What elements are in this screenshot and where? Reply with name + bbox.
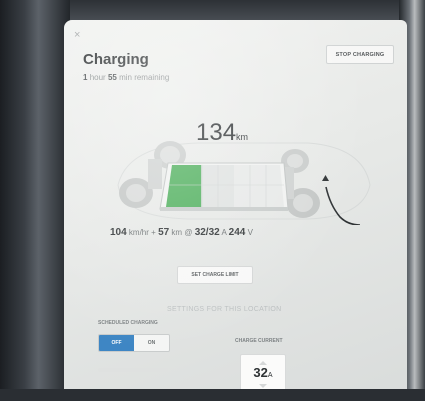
page-title: Charging	[83, 51, 149, 68]
added-prefix: +	[151, 228, 156, 237]
charging-screen: × Charging 1 hour 55 min remaining STOP …	[64, 20, 407, 398]
faded-setting-row	[98, 368, 168, 372]
hours-label: hour	[89, 73, 106, 82]
scheduled-off-button[interactable]: OFF	[99, 335, 134, 351]
voltage-value: 244	[228, 227, 246, 238]
charge-stats: 104 km/hr + 57 km @ 32/32 A 244 V	[110, 227, 253, 238]
scheduled-on-button[interactable]: ON	[134, 335, 169, 351]
bezel-bottom	[0, 389, 425, 401]
range-readout: 134km	[196, 119, 248, 147]
scheduled-charging-toggle: OFF ON	[98, 334, 170, 352]
minutes-label: min remaining	[119, 73, 170, 82]
location-settings-heading: SETTINGS FOR THIS LOCATION	[167, 306, 282, 313]
close-icon[interactable]: ×	[74, 29, 80, 41]
range-value: 134	[196, 119, 237, 146]
hours-value: 1	[83, 73, 88, 82]
range-added-unit: km	[171, 228, 183, 237]
range-added: 57	[158, 227, 170, 238]
charge-current-value: 32A	[253, 364, 273, 383]
bezel-left	[0, 0, 70, 401]
charge-rate-unit: km/hr	[128, 228, 149, 237]
minutes-value: 55	[107, 73, 117, 82]
charge-current-label: CHARGE CURRENT	[235, 338, 283, 344]
current-prefix: @	[184, 228, 193, 237]
scheduled-charging-label: SCHEDULED CHARGING	[98, 320, 158, 326]
charge-current-unit: A	[221, 228, 227, 237]
range-unit: km	[236, 132, 249, 142]
charge-current-stat: 32/32	[194, 227, 220, 238]
charge-current-amp-unit: A	[267, 371, 273, 379]
voltage-unit: V	[247, 228, 253, 237]
chevron-down-icon[interactable]	[259, 383, 267, 388]
battery-charge-fill	[166, 165, 202, 207]
time-remaining: 1 hour 55 min remaining	[83, 73, 169, 82]
charge-current-number: 32	[253, 364, 268, 380]
charge-rate: 104	[110, 227, 127, 238]
set-charge-limit-button[interactable]: SET CHARGE LIMIT	[177, 266, 253, 284]
stop-charging-button[interactable]: STOP CHARGING	[326, 45, 394, 64]
charge-current-stepper: 32A	[240, 354, 286, 394]
